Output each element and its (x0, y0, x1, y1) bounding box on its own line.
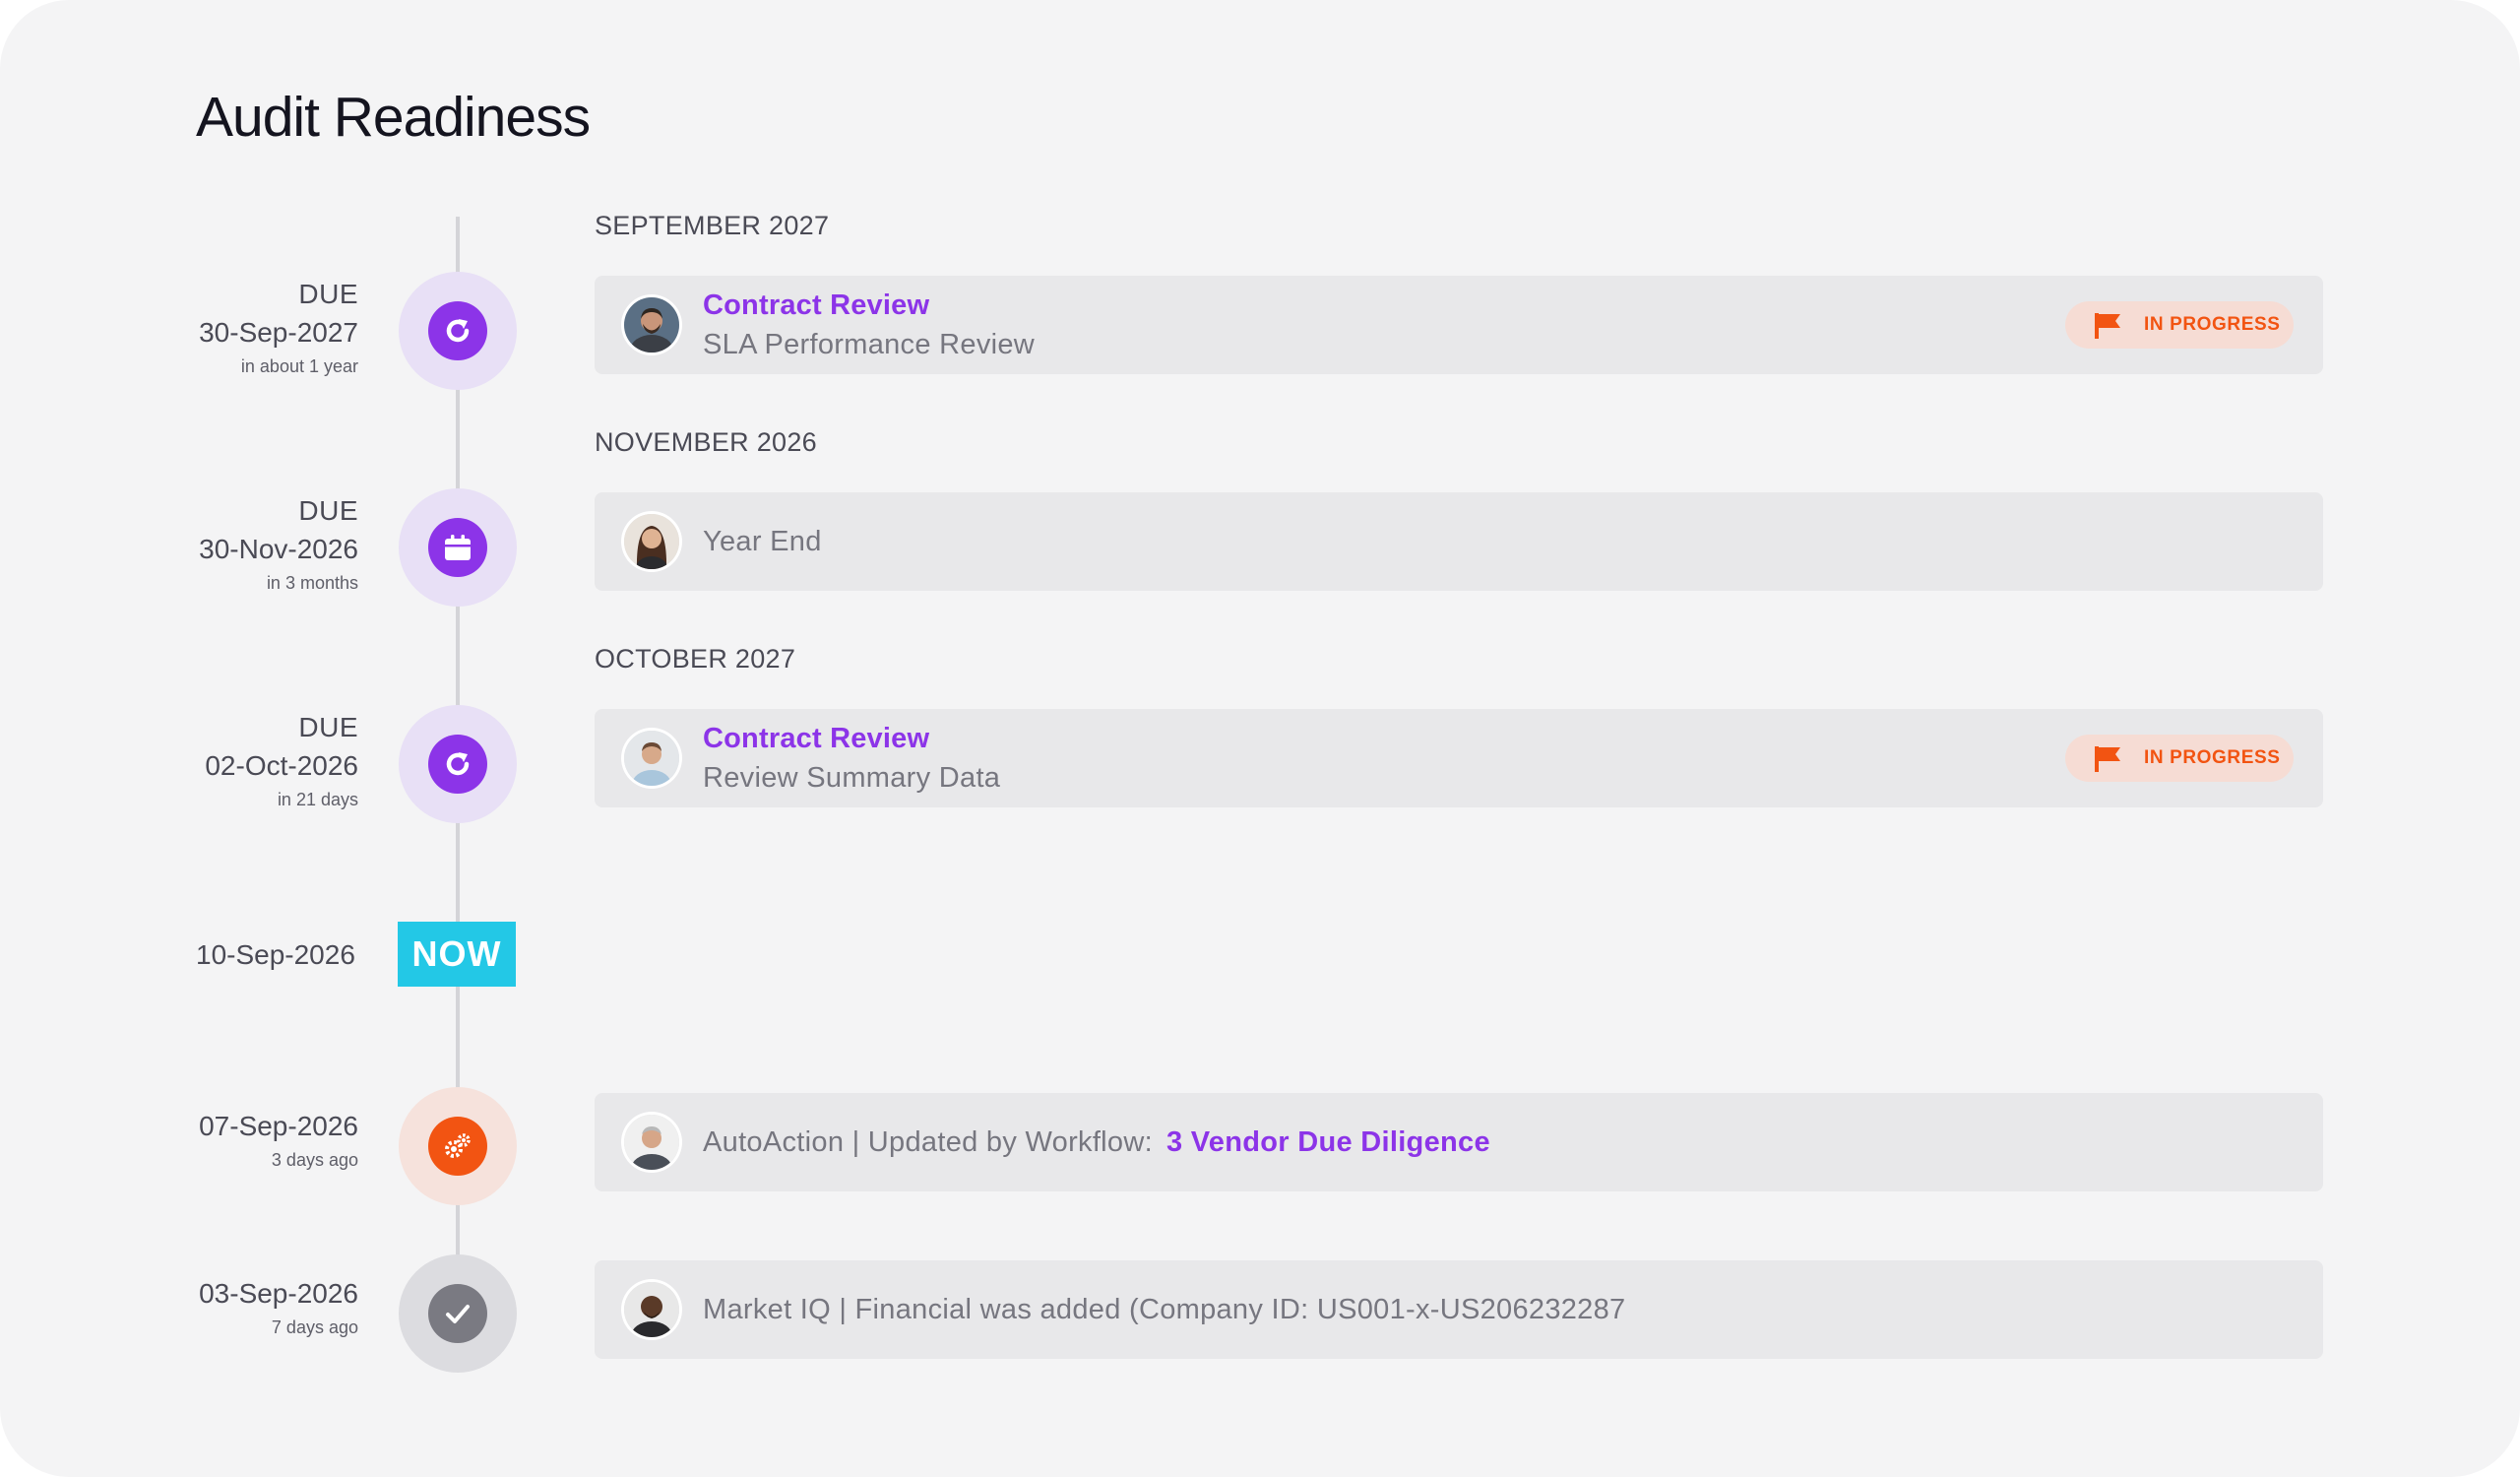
timeline-card[interactable]: Contract Review Review Summary Data IN P… (595, 709, 2323, 807)
card-subtitle: Year End (703, 526, 822, 557)
timeline-node-recurring (399, 705, 517, 823)
avatar (624, 297, 679, 353)
status-label: IN PROGRESS (2144, 747, 2281, 768)
timeline-node-completed (399, 1254, 517, 1373)
timeline-node-workflow (399, 1087, 517, 1205)
workflow-link[interactable]: 3 Vendor Due Diligence (1166, 1126, 1490, 1158)
flag-icon (2093, 744, 2122, 779)
event-date-block: 03-Sep-2026 7 days ago (102, 1274, 358, 1341)
due-label: DUE (298, 495, 358, 526)
month-label: SEPTEMBER 2027 (595, 211, 830, 240)
due-date: 30-Nov-2026 (199, 534, 358, 564)
relative-time: 7 days ago (271, 1317, 358, 1337)
relative-time: in 3 months (266, 573, 358, 593)
month-label: NOVEMBER 2026 (595, 427, 817, 457)
timeline-node-recurring (399, 272, 517, 390)
flag-icon (2093, 311, 2122, 346)
timeline-node-scheduled (399, 488, 517, 607)
gears-icon (428, 1117, 487, 1176)
relative-time: in about 1 year (240, 356, 358, 376)
timeline-card[interactable]: Contract Review SLA Performance Review I… (595, 276, 2323, 374)
card-subtitle: Review Summary Data (703, 762, 1001, 794)
now-date: 10-Sep-2026 (196, 939, 355, 970)
timeline-card[interactable]: Year End (595, 492, 2323, 591)
card-activity-text: AutoAction | Updated by Workflow: 3 Vendo… (703, 1123, 1490, 1162)
timeline-card[interactable]: AutoAction | Updated by Workflow: 3 Vendo… (595, 1093, 2323, 1191)
avatar (624, 1115, 679, 1170)
refresh-icon (428, 735, 487, 794)
status-badge: IN PROGRESS (2065, 735, 2294, 782)
avatar (624, 731, 679, 786)
due-label: DUE (298, 279, 358, 309)
relative-time: 3 days ago (271, 1150, 358, 1170)
checkmark-icon (428, 1284, 487, 1343)
event-date: 03-Sep-2026 (199, 1278, 358, 1309)
avatar (624, 1282, 679, 1337)
status-label: IN PROGRESS (2144, 314, 2281, 335)
due-date-block: DUE 30-Sep-2027 in about 1 year (102, 276, 358, 380)
due-date: 02-Oct-2026 (205, 750, 358, 781)
event-date-block: 07-Sep-2026 3 days ago (102, 1107, 358, 1174)
page-title: Audit Readiness (196, 86, 591, 149)
status-badge: IN PROGRESS (2065, 301, 2294, 349)
calendar-icon (428, 518, 487, 577)
avatar (624, 514, 679, 569)
month-label: OCTOBER 2027 (595, 644, 796, 674)
event-date: 07-Sep-2026 (199, 1111, 358, 1141)
card-title-link[interactable]: Contract Review (703, 719, 1000, 758)
audit-readiness-panel: Audit Readiness SEPTEMBER 2027 DUE 30-Se… (0, 0, 2520, 1477)
card-title-link[interactable]: Contract Review (703, 286, 1035, 325)
card-subtitle: SLA Performance Review (703, 329, 1036, 360)
due-date: 30-Sep-2027 (199, 317, 358, 348)
due-date-block: DUE 30-Nov-2026 in 3 months (102, 492, 358, 597)
timeline-card[interactable]: Market IQ | Financial was added (Company… (595, 1260, 2323, 1359)
due-date-block: DUE 02-Oct-2026 in 21 days (102, 709, 358, 813)
now-badge: NOW (398, 922, 516, 987)
relative-time: in 21 days (277, 790, 358, 809)
refresh-icon (428, 301, 487, 360)
due-label: DUE (298, 712, 358, 742)
activity-text: AutoAction | Updated by Workflow: (703, 1126, 1153, 1158)
activity-text: Market IQ | Financial was added (Company… (703, 1294, 1626, 1325)
